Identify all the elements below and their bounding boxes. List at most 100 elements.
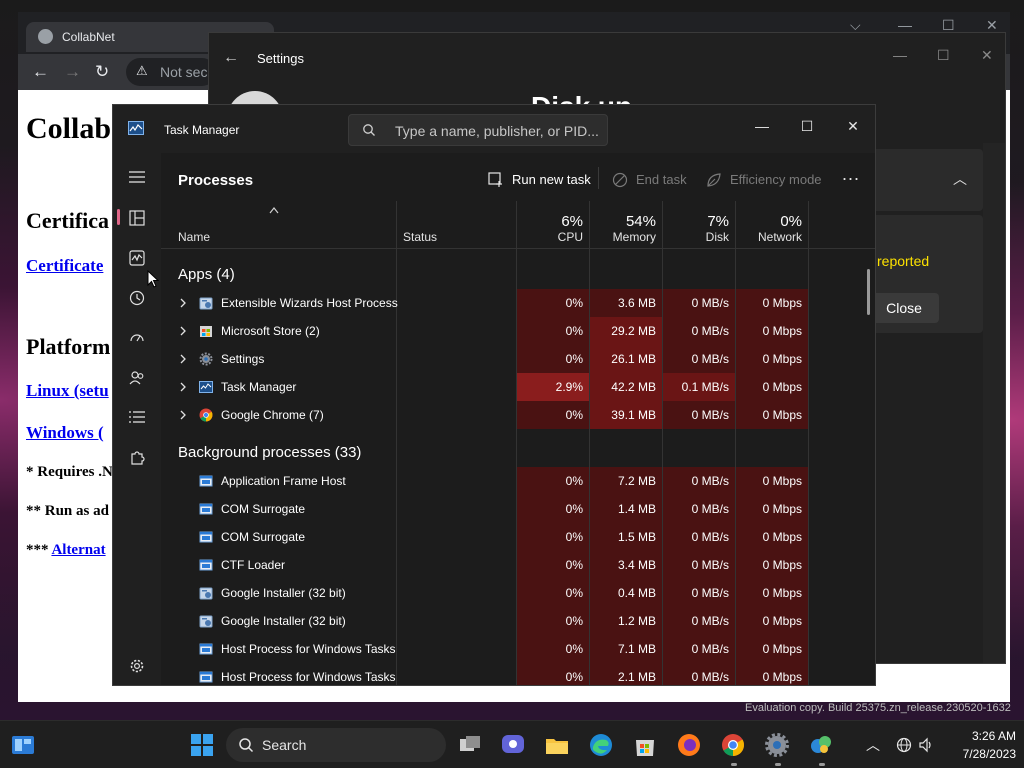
memory-total: 54% xyxy=(625,213,656,230)
chevron-right-icon[interactable] xyxy=(179,326,187,336)
search-input[interactable] xyxy=(395,121,600,141)
back-arrow-icon[interactable]: ← xyxy=(32,63,49,80)
alternate-link[interactable]: Alternat xyxy=(51,542,105,558)
column-header-name[interactable]: Name xyxy=(161,201,396,249)
table-row[interactable]: COM Surrogate 0% 1.4 MB 0 MB/s 0 Mbps xyxy=(161,495,875,523)
table-row[interactable]: Task Manager 2.9% 42.2 MB 0.1 MB/s 0 Mbps xyxy=(161,373,875,401)
network-app-icon[interactable] xyxy=(808,732,834,758)
group-header-apps[interactable]: Apps (4) xyxy=(178,266,235,283)
maximize-icon[interactable]: ☐ xyxy=(937,47,950,64)
table-row[interactable]: Google Chrome (7) 0% 39.1 MB 0 MB/s 0 Mbps xyxy=(161,401,875,429)
back-arrow-icon[interactable]: ← xyxy=(223,49,239,67)
close-icon[interactable]: ✕ xyxy=(981,47,993,64)
reload-icon[interactable]: ↻ xyxy=(95,63,109,80)
chrome-icon[interactable] xyxy=(720,732,746,758)
file-explorer-icon[interactable] xyxy=(544,732,570,758)
process-name: Microsoft Store (2) xyxy=(221,324,320,338)
table-row[interactable]: Google Installer (32 bit) 0% 1.2 MB 0 MB/s 0… xyxy=(161,607,875,635)
nav-item-performance[interactable] xyxy=(121,243,153,273)
close-button[interactable]: Close xyxy=(869,293,939,323)
firefox-icon[interactable] xyxy=(676,732,702,758)
table-row[interactable]: Extensible Wizards Host Process 0% 3.6 MB 0… xyxy=(161,289,875,317)
run-new-task-button[interactable]: Run new task xyxy=(488,165,591,193)
globe-icon[interactable] xyxy=(896,737,912,753)
taskbar-search-box[interactable]: Search xyxy=(226,728,446,762)
windows-start-icon[interactable] xyxy=(189,732,215,758)
chevron-up-icon[interactable]: ︿ xyxy=(866,735,880,755)
group-header-background[interactable]: Background processes (33) xyxy=(178,444,361,461)
settings-gear-icon[interactable] xyxy=(764,732,790,758)
window-icon xyxy=(199,531,213,543)
certificate-link[interactable]: Certificate xyxy=(26,256,103,276)
chevron-right-icon[interactable] xyxy=(179,410,187,420)
nav-item-startup-apps[interactable] xyxy=(121,323,153,353)
column-header-cpu[interactable]: 6% CPU xyxy=(516,201,589,249)
volume-icon[interactable] xyxy=(918,737,934,753)
table-row[interactable]: Microsoft Store (2) 0% 29.2 MB 0 MB/s 0 Mbps xyxy=(161,317,875,345)
running-indicator xyxy=(731,763,737,766)
linux-link[interactable]: Linux (setu xyxy=(26,381,109,401)
column-header-memory[interactable]: 54% Memory xyxy=(589,201,662,249)
search-box[interactable] xyxy=(348,114,608,146)
table-row[interactable]: Application Frame Host 0% 7.2 MB 0 MB/s 0 Mb… xyxy=(161,467,875,495)
task-manager-window[interactable]: Task Manager — ☐ ✕ xyxy=(112,104,876,686)
chevron-right-icon[interactable] xyxy=(179,298,187,308)
close-icon[interactable]: ✕ xyxy=(830,111,875,141)
more-options-button[interactable]: ... xyxy=(839,165,863,189)
nav-item-details[interactable] xyxy=(121,403,153,433)
table-row[interactable]: Host Process for Windows Tasks 0% 2.1 MB 0 … xyxy=(161,663,875,685)
table-row[interactable]: Settings 0% 26.1 MB 0 MB/s 0 Mbps xyxy=(161,345,875,373)
task-view-icon[interactable] xyxy=(457,732,483,758)
nav-item-services[interactable] xyxy=(121,443,153,473)
speedometer-icon xyxy=(130,334,144,342)
process-list[interactable]: Apps (4) Extensible Wizards Host Process 0… xyxy=(161,249,875,685)
nav-item-processes[interactable] xyxy=(121,203,153,233)
memory-cell: 7.2 MB xyxy=(590,467,662,495)
store-icon xyxy=(200,326,212,337)
running-indicator xyxy=(819,763,825,766)
gear-icon xyxy=(199,352,213,366)
network-cell: 0 Mbps xyxy=(736,663,808,685)
efficiency-mode-button[interactable]: Efficiency mode xyxy=(706,165,824,193)
microsoft-store-icon[interactable] xyxy=(632,732,658,758)
address-bar-text: Not sec xyxy=(160,64,208,80)
end-task-button[interactable]: End task xyxy=(612,165,688,193)
clock-date[interactable]: 7/28/2023 xyxy=(936,747,1016,761)
settings-scrollbar[interactable] xyxy=(983,143,1005,663)
column-header-network[interactable]: 0% Network xyxy=(735,201,808,249)
table-row[interactable]: Google Installer (32 bit) 0% 0.4 MB 0 MB/s 0… xyxy=(161,579,875,607)
chevron-right-icon[interactable] xyxy=(179,382,187,392)
process-name: Google Chrome (7) xyxy=(221,408,324,422)
puzzle-icon xyxy=(131,451,145,465)
maximize-icon[interactable]: ☐ xyxy=(784,111,830,141)
installer-icon xyxy=(199,615,213,628)
nav-item-users[interactable] xyxy=(121,363,153,393)
chevron-up-icon[interactable]: ︿ xyxy=(953,169,967,189)
command-bar: Processes Run new task End task Efficien… xyxy=(161,153,875,201)
process-name: Host Process for Windows Tasks xyxy=(221,642,396,656)
edge-browser-icon[interactable] xyxy=(588,732,614,758)
column-header-status[interactable]: Status xyxy=(396,201,516,249)
chevron-right-icon[interactable] xyxy=(179,354,187,364)
minimize-icon[interactable]: — xyxy=(898,17,912,33)
minimize-icon[interactable]: — xyxy=(893,47,907,63)
teams-chat-icon[interactable] xyxy=(500,732,526,758)
table-row[interactable]: COM Surrogate 0% 1.5 MB 0 MB/s 0 Mbps xyxy=(161,523,875,551)
hamburger-menu-button[interactable] xyxy=(121,163,153,193)
clock-time[interactable]: 3:26 AM xyxy=(936,729,1016,743)
table-row[interactable]: CTF Loader 0% 3.4 MB 0 MB/s 0 Mbps xyxy=(161,551,875,579)
settings-expander[interactable]: ︿ xyxy=(869,149,983,211)
minimize-icon[interactable]: — xyxy=(739,111,785,141)
note-run-as: ** Run as ad xyxy=(26,503,109,519)
nav-item-settings[interactable] xyxy=(121,651,153,681)
windows-link[interactable]: Windows ( xyxy=(26,423,104,443)
column-header-disk[interactable]: 7% Disk xyxy=(662,201,735,249)
column-divider[interactable] xyxy=(808,201,809,249)
widgets-icon[interactable] xyxy=(10,732,36,758)
address-bar[interactable]: ⚠ Not sec xyxy=(126,58,216,86)
table-row[interactable]: Host Process for Windows Tasks 0% 7.1 MB 0 … xyxy=(161,635,875,663)
forward-arrow-icon[interactable]: → xyxy=(64,63,81,80)
title-bar[interactable]: Task Manager — ☐ ✕ xyxy=(113,105,875,153)
section-heading-certificates: Certifica xyxy=(26,208,110,233)
cpu-total: 6% xyxy=(561,213,583,230)
